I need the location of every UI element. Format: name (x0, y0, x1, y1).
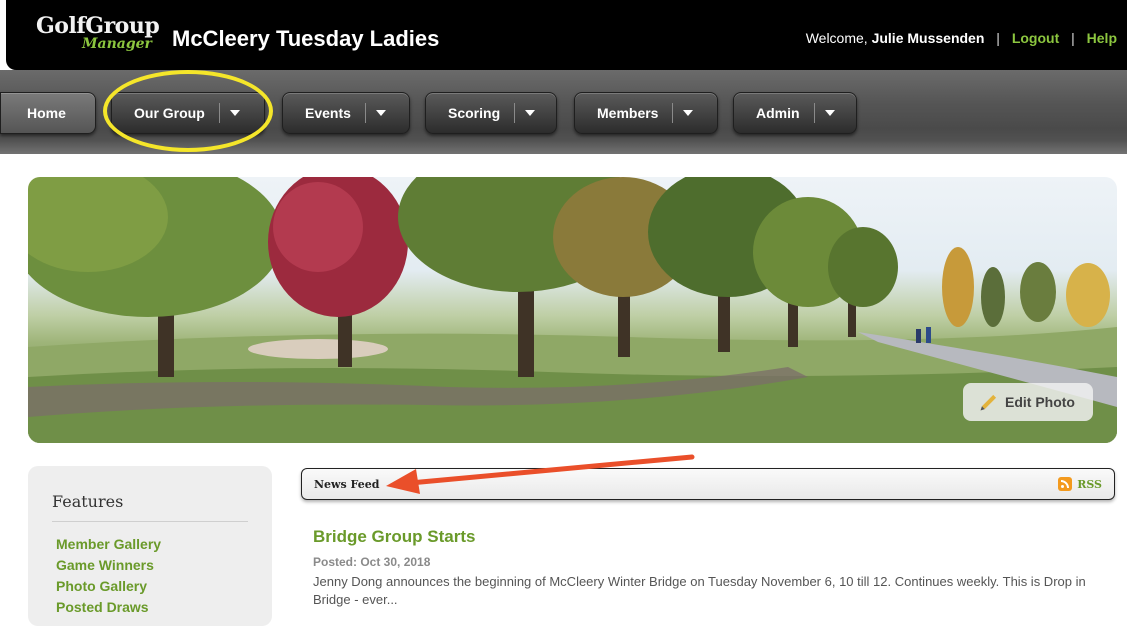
welcome-area: Welcome, Julie Mussenden | Logout | Help (806, 30, 1117, 46)
news-feed-title: News Feed (314, 478, 380, 491)
banner-photo: Edit Photo (28, 177, 1117, 443)
nav-divider (364, 103, 366, 123)
features-list: Member Gallery Game Winners Photo Galler… (56, 534, 161, 618)
user-name: Julie Mussenden (871, 30, 985, 46)
sidebar-item-member-gallery[interactable]: Member Gallery (56, 534, 161, 555)
rss-link[interactable]: RSS (1058, 477, 1102, 491)
logout-link[interactable]: Logout (1012, 30, 1059, 46)
pencil-icon (981, 394, 997, 410)
post-body: Jenny Dong announces the beginning of Mc… (313, 574, 1086, 607)
nav-our-group-label: Our Group (134, 105, 205, 121)
group-title: McCleery Tuesday Ladies (172, 26, 440, 51)
nav-admin-label: Admin (756, 105, 800, 121)
logo-text-bottom: Manager (82, 36, 152, 52)
chevron-down-icon[interactable] (229, 110, 240, 116)
top-header: GolfGroup Manager McCleery Tuesday Ladie… (6, 0, 1127, 70)
separator: | (996, 30, 1000, 46)
news-feed-header: News Feed RSS (301, 468, 1115, 500)
chevron-down-icon[interactable] (375, 110, 386, 116)
golf-course-trees-image (28, 177, 1117, 443)
nav-admin-button[interactable]: Admin (733, 92, 857, 134)
chevron-down-icon[interactable] (824, 110, 835, 116)
nav-divider (218, 103, 220, 123)
edit-photo-label: Edit Photo (1005, 394, 1075, 410)
nav-divider (813, 103, 815, 123)
nav-scoring-label: Scoring (448, 105, 501, 121)
rss-icon (1058, 477, 1073, 491)
nav-our-group-button[interactable]: Our Group (111, 92, 265, 134)
nav-events-button[interactable]: Events (282, 92, 410, 134)
welcome-prefix: Welcome, (805, 30, 868, 46)
post-date: Posted: Oct 30, 2018 (313, 555, 431, 569)
sidebar-item-game-winners[interactable]: Game Winners (56, 555, 161, 576)
nav-home-button[interactable]: Home (0, 92, 96, 134)
golf-group-manager-logo[interactable]: GolfGroup Manager (36, 13, 160, 57)
features-title: Features (52, 492, 124, 511)
sidebar-item-posted-draws[interactable]: Posted Draws (56, 597, 161, 618)
nav-scoring-button[interactable]: Scoring (425, 92, 557, 134)
edit-photo-button[interactable]: Edit Photo (963, 383, 1093, 421)
chevron-down-icon[interactable] (683, 110, 694, 116)
main-nav: Home Our Group Events Scoring Members Ad… (0, 70, 1127, 154)
separator: | (1071, 30, 1075, 46)
features-sidebar: Features Member Gallery Game Winners Pho… (28, 466, 272, 626)
nav-home-label: Home (27, 105, 66, 121)
post-title-link[interactable]: Bridge Group Starts (313, 527, 475, 547)
chevron-down-icon[interactable] (525, 110, 536, 116)
divider (52, 521, 248, 522)
nav-events-label: Events (305, 105, 351, 121)
sidebar-item-photo-gallery[interactable]: Photo Gallery (56, 576, 161, 597)
nav-divider (672, 103, 674, 123)
nav-members-button[interactable]: Members (574, 92, 718, 134)
rss-label: RSS (1077, 477, 1102, 491)
nav-divider (514, 103, 516, 123)
help-link[interactable]: Help (1087, 30, 1117, 46)
nav-members-label: Members (597, 105, 659, 121)
